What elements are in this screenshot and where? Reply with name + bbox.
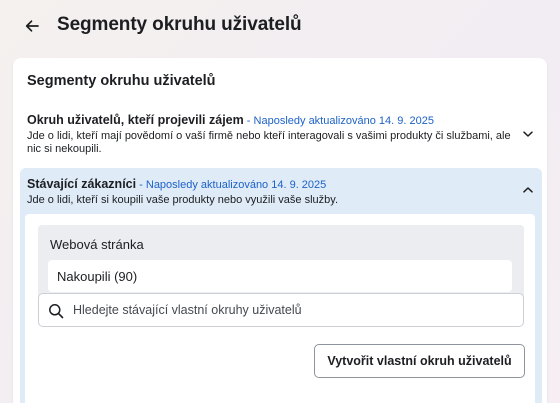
source-label: Webová stránka <box>50 237 144 252</box>
source-item-label: Nakoupili (90) <box>57 269 138 284</box>
segment-updated: Naposledy aktualizováno 14. 9. 2025 <box>145 179 327 191</box>
segment-updated: Naposledy aktualizováno 14. 9. 2025 <box>253 115 434 127</box>
source-item-purchased[interactable]: Nakoupili (90) <box>48 260 512 292</box>
page-title: Segmenty okruhu uživatelů <box>57 14 302 35</box>
segment-existing-customers-header[interactable]: Stávající zákazníci - Naposledy aktualiz… <box>20 168 542 212</box>
segment-heading: Okruh uživatelů, kteří projevili zájem -… <box>27 112 519 129</box>
card-title: Segmenty okruhu uživatelů <box>27 73 216 89</box>
segment-text: Okruh uživatelů, kteří projevili zájem -… <box>27 112 519 156</box>
search-input[interactable] <box>73 294 513 326</box>
chevron-down-icon[interactable] <box>521 127 535 141</box>
segment-separator: - <box>243 115 254 127</box>
segments-card: Segmenty okruhu uživatelů Okruh uživatel… <box>13 58 547 403</box>
segment-text: Stávající zákazníci - Naposledy aktualiz… <box>27 176 517 207</box>
search-field[interactable] <box>38 293 524 327</box>
segment-name: Stávající zákazníci <box>27 177 137 191</box>
chevron-up-icon[interactable] <box>521 183 535 197</box>
segment-description: Jde o lidi, kteří mají povědomí o vaší f… <box>27 130 511 155</box>
segment-existing-customers: Stávající zákazníci - Naposledy aktualiz… <box>20 168 542 403</box>
back-button[interactable] <box>22 16 42 36</box>
create-custom-audience-button[interactable]: Vytvořit vlastní okruh uživatelů <box>314 344 525 378</box>
segment-name: Okruh uživatelů, kteří projevili zájem <box>27 113 244 127</box>
segment-heading: Stávající zákazníci - Naposledy aktualiz… <box>27 176 517 193</box>
page-header: Segmenty okruhu uživatelů <box>0 0 560 52</box>
segment-description: Jde o lidi, kteří si koupili vaše produk… <box>27 194 338 206</box>
existing-customers-panel: Webová stránka Nakoupili (90) Vytvořit v… <box>25 214 535 403</box>
segment-interested-audience[interactable]: Okruh uživatelů, kteří projevili zájem -… <box>13 106 547 162</box>
search-icon <box>49 304 64 319</box>
arrow-left-icon <box>25 20 39 32</box>
segment-separator: - <box>136 179 146 191</box>
